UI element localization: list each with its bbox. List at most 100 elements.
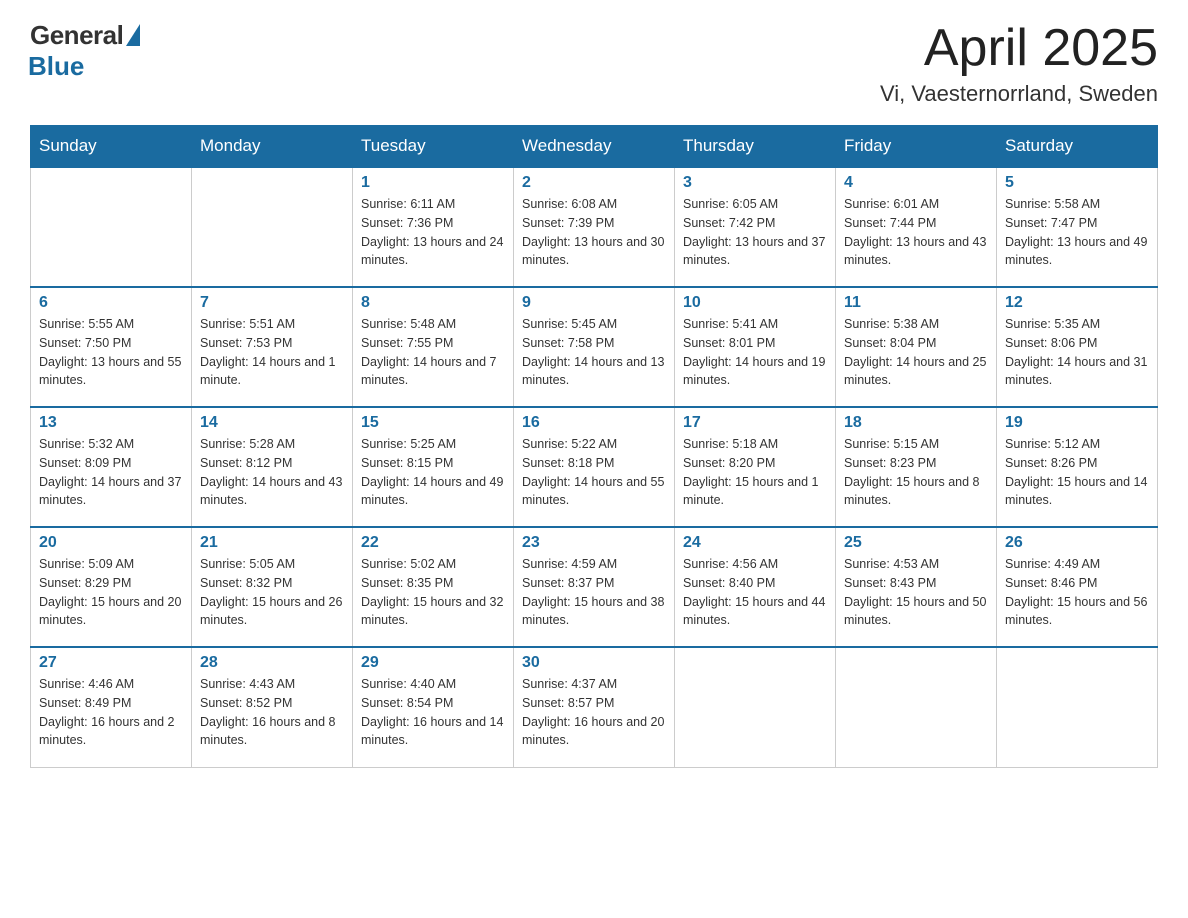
day-number: 14: [200, 414, 344, 432]
calendar-cell: 23 Sunrise: 4:59 AMSunset: 8:37 PMDayligh…: [514, 527, 675, 647]
day-number: 5: [1005, 174, 1149, 192]
calendar-cell: [997, 647, 1158, 767]
calendar-weekday-wednesday: Wednesday: [514, 126, 675, 168]
calendar-cell: 17Sunrise: 5:18 AMSunset: 8:20 PMDayligh…: [675, 407, 836, 527]
week-row-1: 1Sunrise: 6:11 AMSunset: 7:36 PMDaylight…: [31, 167, 1158, 287]
calendar-cell: 20 Sunrise: 5:09 AMSunset: 8:29 PMDayligh…: [31, 527, 192, 647]
day-number: 2: [522, 174, 666, 192]
day-info: Sunrise: 5:38 AMSunset: 8:04 PMDaylight:…: [844, 315, 988, 390]
calendar-cell: 18 Sunrise: 5:15 AMSunset: 8:23 PMDayligh…: [836, 407, 997, 527]
calendar-weekday-monday: Monday: [192, 126, 353, 168]
day-info: Sunrise: 5:02 AMSunset: 8:35 PMDaylight:…: [361, 555, 505, 630]
day-number: 22: [361, 534, 505, 552]
day-number: 23: [522, 534, 666, 552]
calendar-cell: 12 Sunrise: 5:35 AMSunset: 8:06 PMDayligh…: [997, 287, 1158, 407]
day-number: 25: [844, 534, 988, 552]
calendar-cell: [675, 647, 836, 767]
day-number: 26: [1005, 534, 1149, 552]
calendar-cell: 26 Sunrise: 4:49 AMSunset: 8:46 PMDayligh…: [997, 527, 1158, 647]
day-info: Sunrise: 5:41 AMSunset: 8:01 PMDaylight:…: [683, 315, 827, 390]
calendar-cell: 14 Sunrise: 5:28 AMSunset: 8:12 PMDayligh…: [192, 407, 353, 527]
day-number: 11: [844, 294, 988, 312]
day-number: 30: [522, 654, 666, 672]
day-info: Sunrise: 5:55 AMSunset: 7:50 PMDaylight:…: [39, 315, 183, 390]
day-info: Sunrise: 5:48 AMSunset: 7:55 PMDaylight:…: [361, 315, 505, 390]
calendar-cell: 15 Sunrise: 5:25 AMSunset: 8:15 PMDayligh…: [353, 407, 514, 527]
day-number: 3: [683, 174, 827, 192]
day-info: Sunrise: 5:15 AMSunset: 8:23 PMDaylight:…: [844, 435, 988, 510]
calendar-cell: 30Sunrise: 4:37 AMSunset: 8:57 PMDayligh…: [514, 647, 675, 767]
day-number: 17: [683, 414, 827, 432]
month-title: April 2025: [880, 20, 1158, 77]
day-info: Sunrise: 6:05 AMSunset: 7:42 PMDaylight:…: [683, 195, 827, 270]
calendar-cell: [836, 647, 997, 767]
day-number: 19: [1005, 414, 1149, 432]
calendar-cell: 21Sunrise: 5:05 AMSunset: 8:32 PMDayligh…: [192, 527, 353, 647]
calendar-cell: 9Sunrise: 5:45 AMSunset: 7:58 PMDaylight…: [514, 287, 675, 407]
day-number: 9: [522, 294, 666, 312]
day-number: 6: [39, 294, 183, 312]
day-info: Sunrise: 4:59 AMSunset: 8:37 PMDaylight:…: [522, 555, 666, 630]
day-number: 1: [361, 174, 505, 192]
calendar-cell: 19 Sunrise: 5:12 AMSunset: 8:26 PMDayligh…: [997, 407, 1158, 527]
calendar-cell: 11 Sunrise: 5:38 AMSunset: 8:04 PMDayligh…: [836, 287, 997, 407]
calendar-cell: 4Sunrise: 6:01 AMSunset: 7:44 PMDaylight…: [836, 167, 997, 287]
day-info: Sunrise: 5:12 AMSunset: 8:26 PMDaylight:…: [1005, 435, 1149, 510]
calendar-weekday-thursday: Thursday: [675, 126, 836, 168]
day-number: 12: [1005, 294, 1149, 312]
calendar-cell: 27 Sunrise: 4:46 AMSunset: 8:49 PMDayligh…: [31, 647, 192, 767]
day-info: Sunrise: 5:28 AMSunset: 8:12 PMDaylight:…: [200, 435, 344, 510]
day-info: Sunrise: 5:25 AMSunset: 8:15 PMDaylight:…: [361, 435, 505, 510]
day-info: Sunrise: 5:09 AMSunset: 8:29 PMDaylight:…: [39, 555, 183, 630]
calendar-cell: 7Sunrise: 5:51 AMSunset: 7:53 PMDaylight…: [192, 287, 353, 407]
calendar-cell: 10 Sunrise: 5:41 AMSunset: 8:01 PMDayligh…: [675, 287, 836, 407]
calendar-cell: 2Sunrise: 6:08 AMSunset: 7:39 PMDaylight…: [514, 167, 675, 287]
day-number: 16: [522, 414, 666, 432]
day-info: Sunrise: 5:51 AMSunset: 7:53 PMDaylight:…: [200, 315, 344, 390]
calendar-weekday-friday: Friday: [836, 126, 997, 168]
day-number: 10: [683, 294, 827, 312]
day-info: Sunrise: 4:49 AMSunset: 8:46 PMDaylight:…: [1005, 555, 1149, 630]
logo: General Blue: [30, 20, 140, 82]
week-row-3: 13 Sunrise: 5:32 AMSunset: 8:09 PMDayligh…: [31, 407, 1158, 527]
day-number: 20: [39, 534, 183, 552]
calendar-cell: 16 Sunrise: 5:22 AMSunset: 8:18 PMDayligh…: [514, 407, 675, 527]
calendar-cell: 13 Sunrise: 5:32 AMSunset: 8:09 PMDayligh…: [31, 407, 192, 527]
day-number: 29: [361, 654, 505, 672]
day-info: Sunrise: 4:46 AMSunset: 8:49 PMDaylight:…: [39, 675, 183, 750]
day-number: 28: [200, 654, 344, 672]
calendar-cell: 1Sunrise: 6:11 AMSunset: 7:36 PMDaylight…: [353, 167, 514, 287]
day-info: Sunrise: 4:40 AMSunset: 8:54 PMDaylight:…: [361, 675, 505, 750]
logo-triangle-icon: [126, 24, 140, 46]
calendar-weekday-tuesday: Tuesday: [353, 126, 514, 168]
day-number: 24: [683, 534, 827, 552]
week-row-4: 20 Sunrise: 5:09 AMSunset: 8:29 PMDayligh…: [31, 527, 1158, 647]
logo-blue-text: Blue: [28, 51, 84, 82]
title-block: April 2025 Vi, Vaesternorrland, Sweden: [880, 20, 1158, 107]
day-number: 18: [844, 414, 988, 432]
calendar-header-row: SundayMondayTuesdayWednesdayThursdayFrid…: [31, 126, 1158, 168]
calendar-weekday-sunday: Sunday: [31, 126, 192, 168]
day-number: 13: [39, 414, 183, 432]
calendar-cell: 24 Sunrise: 4:56 AMSunset: 8:40 PMDayligh…: [675, 527, 836, 647]
day-info: Sunrise: 4:43 AMSunset: 8:52 PMDaylight:…: [200, 675, 344, 750]
week-row-5: 27 Sunrise: 4:46 AMSunset: 8:49 PMDayligh…: [31, 647, 1158, 767]
calendar-cell: 8Sunrise: 5:48 AMSunset: 7:55 PMDaylight…: [353, 287, 514, 407]
day-info: Sunrise: 5:32 AMSunset: 8:09 PMDaylight:…: [39, 435, 183, 510]
day-number: 27: [39, 654, 183, 672]
calendar-cell: 25 Sunrise: 4:53 AMSunset: 8:43 PMDayligh…: [836, 527, 997, 647]
day-info: Sunrise: 5:22 AMSunset: 8:18 PMDaylight:…: [522, 435, 666, 510]
calendar-weekday-saturday: Saturday: [997, 126, 1158, 168]
calendar-cell: 28 Sunrise: 4:43 AMSunset: 8:52 PMDayligh…: [192, 647, 353, 767]
calendar-cell: 22 Sunrise: 5:02 AMSunset: 8:35 PMDayligh…: [353, 527, 514, 647]
day-info: Sunrise: 4:53 AMSunset: 8:43 PMDaylight:…: [844, 555, 988, 630]
day-info: Sunrise: 5:58 AMSunset: 7:47 PMDaylight:…: [1005, 195, 1149, 270]
calendar-cell: [31, 167, 192, 287]
day-info: Sunrise: 5:05 AMSunset: 8:32 PMDaylight:…: [200, 555, 344, 630]
day-number: 15: [361, 414, 505, 432]
day-info: Sunrise: 4:56 AMSunset: 8:40 PMDaylight:…: [683, 555, 827, 630]
calendar-cell: 5 Sunrise: 5:58 AMSunset: 7:47 PMDaylight…: [997, 167, 1158, 287]
day-info: Sunrise: 5:35 AMSunset: 8:06 PMDaylight:…: [1005, 315, 1149, 390]
week-row-2: 6 Sunrise: 5:55 AMSunset: 7:50 PMDaylight…: [31, 287, 1158, 407]
calendar-cell: 29 Sunrise: 4:40 AMSunset: 8:54 PMDayligh…: [353, 647, 514, 767]
